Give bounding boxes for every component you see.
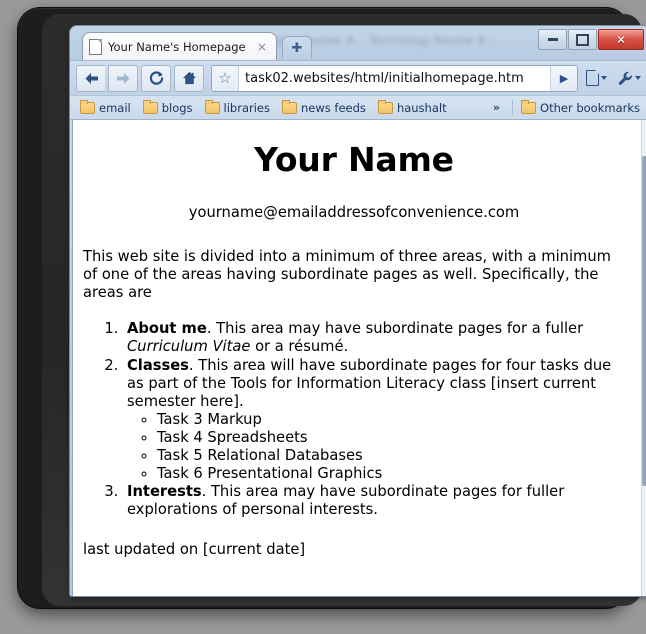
list-item: About me. This area may have subordinate…: [123, 320, 625, 356]
area-term: Interests: [127, 483, 202, 501]
bookmark-label: haushalt: [396, 100, 447, 115]
bookmark-item-libraries[interactable]: libraries: [201, 99, 274, 117]
minimize-icon: [547, 38, 558, 41]
bookmark-label: libraries: [223, 100, 271, 115]
page-content: Your Name yourname@emailaddressofconveni…: [73, 120, 646, 569]
list-item: Task 3 Markup: [157, 411, 625, 429]
page-title: Your Name: [254, 140, 454, 179]
area-italic: Curriculum Vitae: [127, 337, 251, 355]
folder-icon: [204, 99, 220, 114]
list-item: Classes. This area will have subordinate…: [123, 357, 625, 483]
back-button[interactable]: [76, 64, 105, 92]
close-icon: ✕: [615, 32, 627, 47]
bookmark-star-icon[interactable]: ☆: [212, 65, 239, 91]
last-updated: last updated on [current date]: [83, 541, 306, 559]
forward-button[interactable]: [108, 64, 138, 92]
address-bar[interactable]: ☆ task02.websites/html/initialhomepage.h…: [211, 64, 578, 92]
list-item: Interests. This area may have subordinat…: [123, 483, 625, 519]
folder-icon: [142, 99, 158, 114]
chevron-down-icon: [600, 76, 607, 80]
areas-list: About me. This area may have subordinate…: [83, 320, 625, 519]
page-menu-button[interactable]: [581, 66, 611, 91]
folder-icon: [377, 99, 393, 114]
other-bookmarks-label: Other bookmarks: [540, 100, 640, 115]
scrollbar-thumb[interactable]: [642, 156, 646, 486]
navigation-toolbar: ☆ task02.websites/html/initialhomepage.h…: [70, 60, 646, 95]
back-arrow-icon: [85, 72, 98, 84]
device-bezel-inner: ging Review #… Technology Review #… Your…: [42, 14, 646, 606]
browser-window: ging Review #… Technology Review #… Your…: [70, 26, 646, 596]
wrench-icon: [618, 71, 632, 85]
other-bookmarks-button[interactable]: Other bookmarks: [517, 99, 644, 117]
bookmarks-overflow-button[interactable]: »: [485, 101, 508, 114]
background-tabs[interactable]: ging Review #… Technology Review #…: [275, 28, 555, 54]
list-item: Task 5 Relational Databases: [157, 447, 625, 465]
area-term: Classes: [127, 356, 189, 374]
bookmark-label: blogs: [161, 100, 193, 115]
new-tab-button[interactable]: ✚: [282, 36, 312, 59]
page-icon: [89, 38, 102, 55]
plus-icon: ✚: [291, 40, 303, 56]
list-item: Task 4 Spreadsheets: [157, 429, 625, 447]
window-controls: ✕: [538, 29, 644, 50]
wrench-menu-button[interactable]: [614, 66, 644, 91]
email-address: yourname@emailaddressofconvenience.com: [188, 204, 520, 222]
tab-strip: ging Review #… Technology Review #… Your…: [70, 26, 646, 60]
reload-icon: [149, 70, 163, 85]
reload-button[interactable]: [141, 64, 171, 92]
tasks-list: Task 3 Markup Task 4 Spreadsheets Task 5…: [127, 411, 625, 483]
tab-title: Your Name's Homepage: [108, 39, 246, 54]
area-text-tail: or a résumé.: [250, 337, 349, 355]
restore-button[interactable]: [568, 29, 597, 50]
home-button[interactable]: [174, 64, 204, 92]
close-button[interactable]: ✕: [598, 29, 644, 50]
device-bezel: ging Review #… Technology Review #… Your…: [18, 8, 646, 608]
url-text[interactable]: task02.websites/html/initialhomepage.htm: [239, 71, 550, 86]
area-term: About me: [127, 320, 207, 337]
go-button[interactable]: ▶: [550, 65, 577, 91]
folder-icon: [80, 99, 95, 114]
forward-arrow-icon: [116, 72, 129, 84]
page-scrollbar[interactable]: [641, 120, 646, 596]
document-icon: [585, 69, 600, 86]
home-icon: [182, 71, 196, 85]
bookmark-label: news feeds: [301, 100, 366, 115]
bookmark-label: email: [99, 100, 131, 115]
close-icon[interactable]: ×: [254, 40, 270, 54]
page-viewport: Your Name yourname@emailaddressofconveni…: [72, 120, 646, 596]
bookmark-item-blogs[interactable]: blogs: [139, 99, 197, 117]
bookmark-item-news-feeds[interactable]: news feeds: [278, 99, 370, 117]
tab-active[interactable]: Your Name's Homepage ×: [82, 32, 277, 60]
intro-paragraph: This web site is divided into a minimum …: [83, 248, 611, 302]
bookmarks-bar: email blogs libraries news feeds haushal…: [70, 95, 646, 120]
area-text: . This area will have subordinate pages …: [127, 356, 612, 410]
divider: [512, 100, 514, 115]
folder-icon: [521, 99, 537, 114]
list-item: Task 6 Presentational Graphics: [157, 465, 625, 483]
bookmark-item-haushalt[interactable]: haushalt: [374, 99, 451, 117]
area-text: . This area may have subordinate pages f…: [206, 320, 584, 337]
restore-icon: [576, 33, 589, 46]
chevron-down-icon: [634, 76, 641, 80]
folder-icon: [282, 99, 298, 114]
minimize-button[interactable]: [538, 29, 567, 50]
bookmark-item-email[interactable]: email: [76, 99, 135, 117]
